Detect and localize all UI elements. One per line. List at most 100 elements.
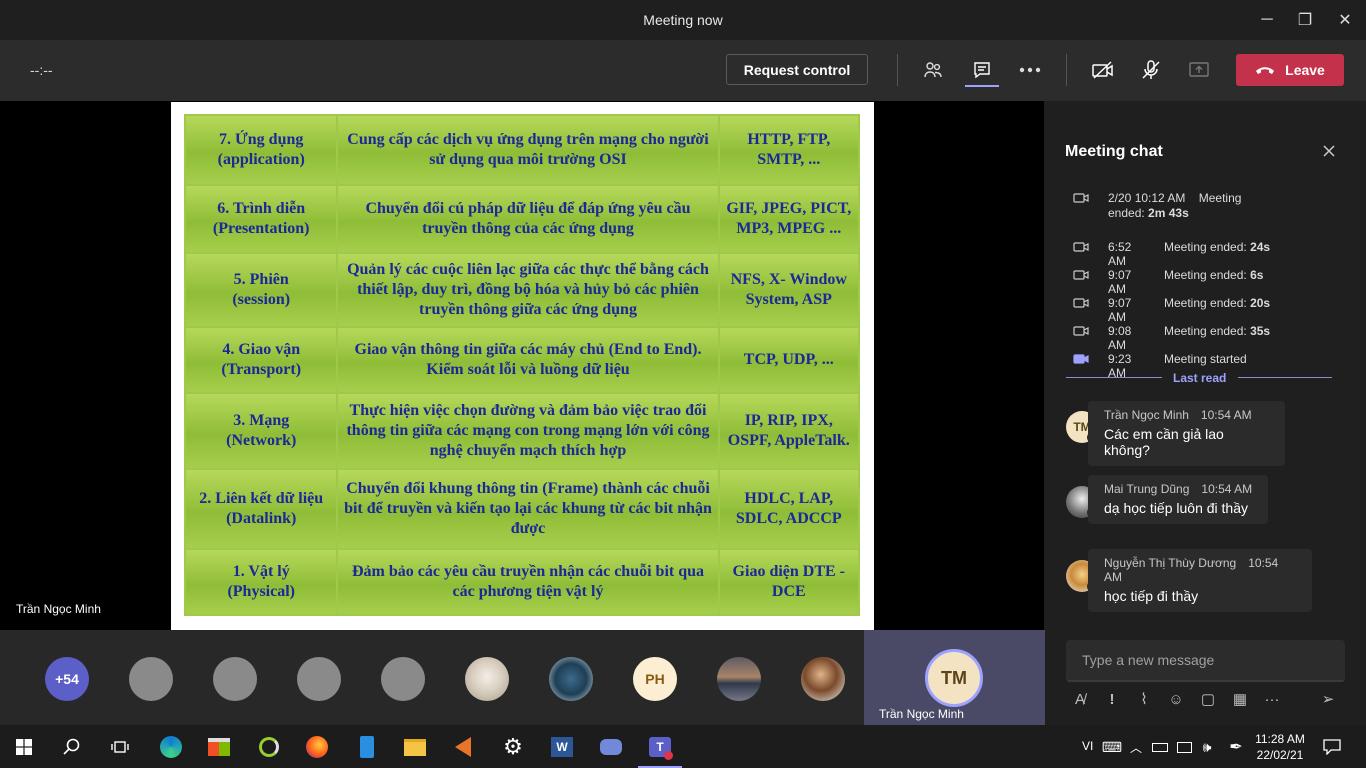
osi-layer-name: 6. Trình diễn (Presentation)	[183, 184, 339, 254]
osi-layer-row: 6. Trình diễn (Presentation) Chuyển đổi c…	[183, 184, 861, 254]
volume-button[interactable]: 🕪	[1193, 733, 1221, 761]
maximize-button[interactable]: ❐	[1285, 6, 1325, 34]
emoji-button[interactable]: ☺	[1165, 688, 1187, 710]
mic-toggle-button[interactable]	[1134, 54, 1168, 86]
more-options-button[interactable]: ···	[1261, 688, 1283, 710]
chat-icon	[974, 62, 990, 79]
edge-icon	[160, 736, 182, 758]
event-time: 9:07 AM	[1108, 296, 1132, 324]
start-button[interactable]	[10, 733, 38, 761]
leave-label: Leave	[1285, 62, 1325, 78]
event-time: 2/20 10:12 AM	[1108, 191, 1186, 205]
participant-avatar-cat-photo[interactable]	[465, 657, 509, 701]
input-language[interactable]: VI	[1082, 739, 1093, 753]
phone-app-icon	[360, 736, 374, 758]
close-icon	[1323, 145, 1335, 157]
osi-layer-name: 1. Vật lý (Physical)	[183, 548, 339, 616]
participant-avatar-person-photo[interactable]	[801, 657, 845, 701]
leave-button[interactable]: Leave	[1236, 54, 1344, 86]
shared-content-stage: 7. Ứng dụng (application) Cung cấp các dị…	[0, 101, 1044, 630]
participant-avatar-dragon-photo[interactable]	[549, 657, 593, 701]
share-screen-button[interactable]	[1182, 54, 1216, 86]
task-view-button[interactable]	[106, 733, 134, 761]
share-icon	[1189, 62, 1209, 77]
osi-layer-description: Giao vận thông tin giữa các máy chủ (End…	[336, 326, 720, 394]
divider-line	[1238, 377, 1332, 378]
divider-line	[1066, 377, 1162, 378]
event-label: Meeting started	[1164, 352, 1247, 366]
minimize-button[interactable]: ─	[1247, 6, 1287, 34]
edge-app[interactable]	[157, 733, 185, 761]
notification-icon	[1323, 739, 1341, 755]
file-explorer-app[interactable]	[401, 733, 429, 761]
participant-avatar[interactable]	[129, 657, 173, 701]
clock-time: 11:28 AM	[1255, 732, 1305, 746]
event-label: Meeting ended:	[1164, 296, 1247, 310]
compose-box[interactable]	[1066, 640, 1345, 682]
event-label: Meeting ended:	[1164, 324, 1247, 338]
participant-avatar[interactable]	[213, 657, 257, 701]
self-video-tile[interactable]: TM Trần Ngọc Minh	[864, 630, 1045, 725]
schedule-button[interactable]: ▦	[1229, 688, 1251, 710]
windows-logo-icon	[16, 739, 32, 755]
camera-toggle-button[interactable]	[1086, 54, 1120, 86]
more-actions-button[interactable]	[1013, 54, 1047, 86]
pen-workspace-button[interactable]: ✒	[1222, 733, 1250, 761]
chat-message: Mai Trung Dũng 10:54 AM dạ học tiếp luôn …	[1088, 475, 1268, 524]
chat-button[interactable]	[965, 54, 999, 87]
app-speaker[interactable]	[449, 733, 477, 761]
important-button[interactable]: !	[1101, 688, 1123, 710]
system-clock[interactable]: 11:28 AM 22/02/21	[1254, 731, 1306, 763]
request-control-button[interactable]: Request control	[726, 54, 868, 85]
close-window-button[interactable]: ✕	[1325, 6, 1365, 34]
format-icon: A̸	[1074, 690, 1085, 708]
emoji-icon: ☺	[1168, 690, 1184, 708]
sticker-button[interactable]: ▢	[1197, 688, 1219, 710]
presenter-name: Trần Ngọc Minh	[16, 602, 101, 616]
event-label: Meeting ended:	[1164, 268, 1247, 282]
meeting-ended-icon	[1073, 325, 1089, 340]
attach-button[interactable]: ⌇	[1133, 688, 1155, 710]
word-app[interactable]: W	[548, 733, 576, 761]
format-button[interactable]: A̸	[1069, 688, 1091, 710]
self-avatar: TM	[925, 649, 983, 707]
meeting-toolbar: --:-- Request control Leave	[0, 40, 1366, 101]
settings-app[interactable]: ⚙	[499, 733, 527, 761]
event-time: 9:08 AM	[1108, 324, 1132, 352]
active-indicator	[965, 85, 999, 87]
discord-app[interactable]	[597, 733, 625, 761]
toolbar-divider	[897, 54, 898, 86]
meeting-ended-icon	[1073, 297, 1089, 312]
firefox-icon	[306, 736, 328, 758]
chat-title: Meeting chat	[1065, 143, 1163, 160]
event-time: 9:07 AM	[1108, 268, 1132, 296]
participant-avatar[interactable]	[297, 657, 341, 701]
message-input[interactable]	[1066, 640, 1345, 680]
chevron-up-icon: ︿	[1129, 740, 1142, 755]
event-duration: 20s	[1250, 296, 1271, 310]
paperclip-icon: ⌇	[1140, 691, 1148, 708]
participant-avatar[interactable]	[381, 657, 425, 701]
word-icon: W	[551, 737, 573, 757]
osi-layer-row: 3. Mạng (Network) Thực hiện việc chọn đườ…	[183, 392, 861, 470]
participants-button[interactable]	[916, 54, 950, 86]
network-icon	[1176, 741, 1192, 753]
notifications-button[interactable]	[1318, 733, 1346, 761]
discord-icon	[600, 739, 622, 755]
store-app[interactable]	[205, 733, 233, 761]
message-body: dạ học tiếp luôn đi thầy	[1104, 500, 1248, 516]
send-button[interactable]: ➢	[1317, 688, 1339, 710]
osi-layer-row: 1. Vật lý (Physical) Đảm bảo các yêu cầu …	[183, 548, 861, 616]
search-button[interactable]	[58, 733, 86, 761]
firefox-app[interactable]	[303, 733, 331, 761]
close-chat-button[interactable]	[1317, 139, 1341, 163]
app-phone[interactable]	[353, 733, 381, 761]
meeting-started-icon	[1073, 353, 1089, 368]
more-participants-badge[interactable]: +54	[45, 657, 89, 701]
app-green-chart[interactable]	[255, 733, 283, 761]
teams-notification-badge	[664, 751, 673, 760]
participant-avatar-ph[interactable]: PH	[633, 657, 677, 701]
task-view-icon	[111, 741, 129, 753]
participant-avatar-landscape-photo[interactable]	[717, 657, 761, 701]
event-label: Meeting ended:	[1164, 240, 1247, 254]
